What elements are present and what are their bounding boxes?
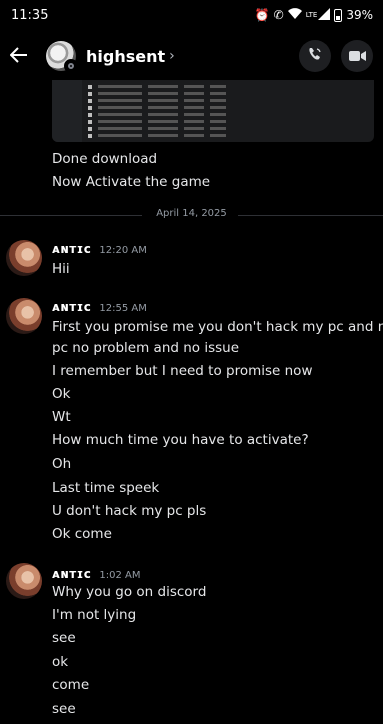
message-line[interactable]: come	[52, 674, 89, 698]
message-line[interactable]: I remember but I need to promise now	[52, 360, 312, 384]
author-avatar[interactable]	[6, 240, 42, 276]
attachment-file-row	[88, 84, 226, 89]
message-line[interactable]: First you promise me you don't hack my p…	[52, 316, 383, 340]
message-line[interactable]: see	[52, 698, 76, 722]
message-timestamp: 12:55 AM	[99, 303, 147, 314]
network-type: LTE	[305, 11, 318, 19]
status-bar: 11:35 ⏰ ✆ LTE 39%	[0, 0, 383, 30]
attachment-file-row	[88, 105, 226, 110]
chat-header: highsent ›	[0, 34, 383, 78]
message-line[interactable]: Last time speek	[52, 477, 159, 501]
date-divider-label: April 14, 2025	[156, 208, 227, 219]
message-line[interactable]: pc no problem and no issue	[52, 337, 239, 361]
attachment-file-row	[88, 126, 226, 131]
message-line[interactable]: ok	[52, 651, 68, 675]
author-header: ᴀɴᴛɪᴄ 1:02 AM	[52, 567, 141, 581]
video-call-icon	[348, 47, 366, 66]
message-line[interactable]: Hii	[52, 258, 70, 282]
wifi-calling-icon: ✆	[273, 8, 284, 22]
status-offline-icon	[64, 59, 78, 73]
author-name[interactable]: ᴀɴᴛɪᴄ	[52, 242, 91, 256]
status-icons: ⏰ ✆ LTE 39%	[254, 7, 373, 23]
video-call-button[interactable]	[341, 40, 373, 72]
author-name[interactable]: ᴀɴᴛɪᴄ	[52, 567, 91, 581]
attachment-file-row	[88, 98, 226, 103]
back-arrow-icon[interactable]	[9, 44, 36, 69]
date-divider: April 14, 2025	[0, 208, 383, 219]
attachment-sidebar	[52, 80, 82, 142]
message-line[interactable]: Now Activate the game	[52, 171, 210, 195]
message-line[interactable]: Wt	[52, 406, 71, 430]
author-header: ᴀɴᴛɪᴄ 12:20 AM	[52, 242, 147, 256]
voice-call-button[interactable]	[299, 40, 331, 72]
attachment-file-row	[88, 91, 226, 96]
author-header: ᴀɴᴛɪᴄ 12:55 AM	[52, 300, 147, 314]
wifi-icon	[287, 8, 302, 22]
voice-call-icon	[307, 46, 323, 66]
status-time: 11:35	[11, 7, 49, 23]
attachment-file-row	[88, 112, 226, 117]
author-avatar[interactable]	[6, 298, 42, 334]
message-line[interactable]: U don't hack my pc pls	[52, 500, 206, 524]
message-timestamp: 12:20 AM	[99, 245, 147, 256]
message-line[interactable]: Ok	[52, 383, 70, 407]
message-line[interactable]: How much time you have to activate?	[52, 429, 309, 453]
message-line[interactable]: Done download	[52, 148, 157, 172]
chat-username[interactable]: highsent	[86, 47, 165, 66]
attachment-file-row	[88, 133, 226, 138]
author-avatar[interactable]	[6, 563, 42, 599]
battery-level: 39%	[346, 8, 373, 22]
message-line[interactable]: Why you go on discord	[52, 581, 206, 605]
image-attachment[interactable]	[52, 80, 374, 142]
message-line[interactable]: I'm not lying	[52, 604, 136, 628]
battery-icon	[334, 8, 343, 22]
chevron-right-icon[interactable]: ›	[169, 48, 175, 64]
author-name[interactable]: ᴀɴᴛɪᴄ	[52, 300, 91, 314]
message-line[interactable]: see	[52, 627, 76, 651]
user-avatar[interactable]	[46, 41, 78, 73]
signal-icon	[318, 7, 331, 23]
attachment-file-row	[88, 119, 226, 124]
alarm-icon: ⏰	[254, 8, 270, 22]
message-line[interactable]: Ok come	[52, 523, 112, 547]
header-actions	[299, 40, 373, 72]
divider-line-right	[238, 215, 383, 216]
message-line[interactable]: Oh	[52, 453, 71, 477]
message-timestamp: 1:02 AM	[99, 570, 141, 581]
